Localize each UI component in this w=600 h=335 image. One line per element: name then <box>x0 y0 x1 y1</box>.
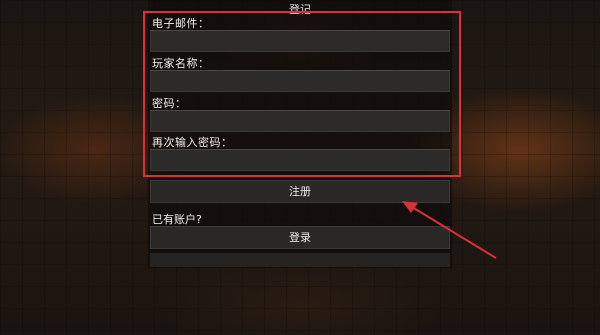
confirm-password-label: 再次输入密码： <box>152 136 233 149</box>
confirm-password-field[interactable] <box>150 149 450 171</box>
email-field[interactable] <box>150 30 450 52</box>
player-name-label: 玩家名称： <box>152 57 210 70</box>
password-label: 密码： <box>152 97 187 110</box>
have-account-text: 已有账户? <box>152 213 202 226</box>
register-button[interactable]: 注册 <box>150 180 450 203</box>
player-name-field[interactable] <box>150 70 450 92</box>
login-button[interactable]: 登录 <box>150 226 450 249</box>
footer-bar <box>150 253 450 267</box>
password-field[interactable] <box>150 110 450 132</box>
page-title: 登记 <box>289 3 311 16</box>
email-label: 电子邮件： <box>152 17 210 30</box>
